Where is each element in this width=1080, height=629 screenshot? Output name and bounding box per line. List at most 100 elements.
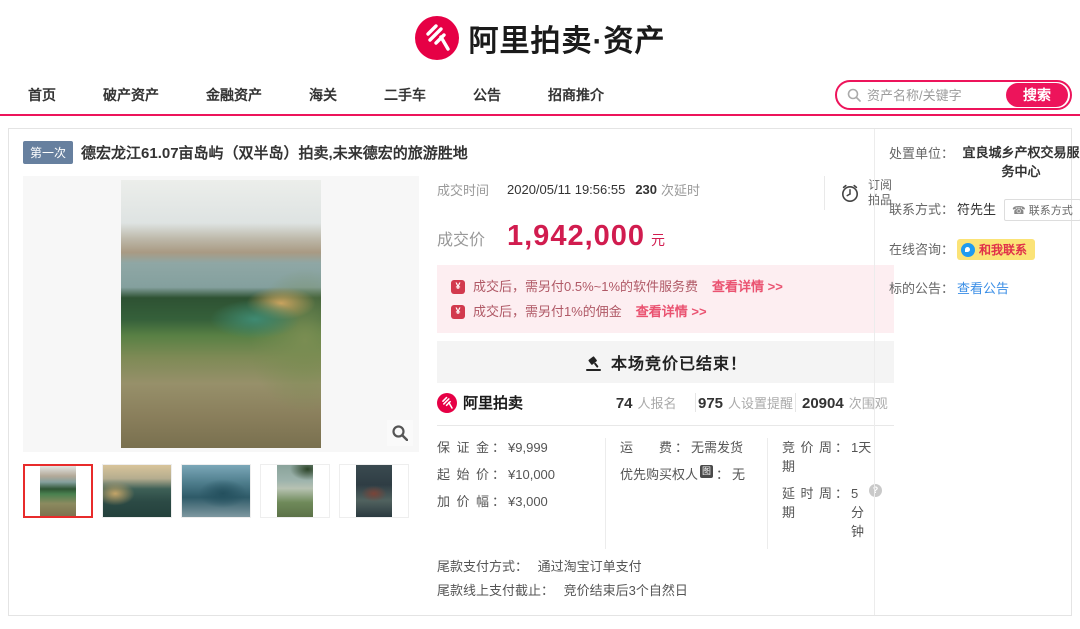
colon: ： (492, 492, 505, 511)
term-start-price: 起 始 价 ： ¥10,000 (437, 465, 593, 484)
alarm-clock-icon (839, 182, 861, 204)
thumbnail-4[interactable] (260, 464, 330, 518)
stat-reminders: 975 人设置提醒 (695, 393, 794, 412)
site-logo-text: 阿里拍卖·资产 (469, 16, 666, 60)
fee-detail-link[interactable]: 查看详情 >> (712, 274, 783, 299)
nav-item-announcements[interactable]: 公告 (473, 85, 501, 105)
payment-method-line: 尾款支付方式： 通过淘宝订单支付 (437, 555, 894, 579)
aliauction-logo-small-icon (437, 393, 457, 413)
thumbnail-strip (23, 464, 419, 518)
main-photo-stage (23, 176, 419, 452)
contact-label: 联系方式： (889, 199, 957, 218)
fee-icon: ¥ (451, 280, 465, 294)
thumbnail-2[interactable] (102, 464, 172, 518)
online-consult-label: 在线咨询： (889, 239, 957, 258)
payment-deadline-line: 尾款线上支付截止： 竞价结束后3个自然日 (437, 579, 894, 603)
magnifier-icon (392, 425, 408, 441)
term-deposit: 保 证 金 ： ¥9,999 (437, 438, 593, 457)
photo-zoom-button[interactable] (387, 420, 413, 446)
deal-price-label: 成交价 (437, 226, 507, 250)
seller-sidebar: 处置单位： 宜良城乡产权交易服务中心 联系方式： 符先生 ☎ 联系方式 在线咨询… (874, 129, 1080, 615)
contact-method-button[interactable]: ☎ 联系方式 (1004, 199, 1080, 221)
photo-gallery (23, 176, 419, 603)
thumbnail-1-selected[interactable] (23, 464, 93, 518)
search-button[interactable]: 搜索 (1006, 83, 1068, 107)
auction-status-text: 本场竞价已结束！ (611, 350, 747, 374)
stat-applicants: 74 人报名 (597, 393, 695, 412)
thumbnail-3[interactable] (181, 464, 251, 518)
term-delay-cycle-label: 延 时 周 期 (782, 484, 832, 522)
thumbnail-5[interactable] (339, 464, 409, 518)
fee-icon: ¥ (451, 305, 465, 319)
term-shipping-value: 无需发货 (691, 438, 743, 457)
contact-person: 符先生 (957, 199, 996, 218)
term-bid-cycle-label: 竞 价 周 期 (782, 438, 832, 476)
delay-label: 次延时 (661, 180, 700, 199)
listing-card: 第一次 德宏龙江61.07亩岛屿（双半岛）拍卖,未来德宏的旅游胜地 (8, 128, 1072, 616)
payment-deadline-label: 尾款线上支付截止： (437, 583, 554, 598)
term-priority-buyer-value: 无 (732, 465, 745, 484)
term-start-price-value: ¥10,000 (508, 465, 555, 484)
stat-applicants-label: 人报名 (638, 393, 677, 412)
stat-reminders-label: 人设置提醒 (728, 393, 793, 412)
term-start-price-label: 起 始 价 (437, 465, 489, 484)
colon: ： (835, 438, 848, 457)
nav-item-home[interactable]: 首页 (28, 85, 56, 105)
stat-views-value: 20904 (802, 395, 844, 412)
view-announcement-link[interactable]: 查看公告 (957, 278, 1009, 297)
contact-me-badge-label: 和我联系 (979, 241, 1027, 258)
colon: ： (492, 438, 505, 457)
stats-row: 阿里拍卖 74 人报名 975 人设置提醒 20904 次围观 (437, 392, 894, 426)
payment-deadline-value: 竞价结束后3个自然日 (564, 583, 688, 598)
term-shipping-label: 运 费 (620, 438, 672, 457)
payment-method-label: 尾款支付方式： (437, 559, 528, 574)
page-header: 阿里拍卖·资产 (0, 0, 1080, 76)
contact-me-badge[interactable]: 和我联系 (957, 239, 1035, 260)
term-increment-label: 加 价 幅 (437, 492, 489, 511)
disposal-unit-value: 宜良城乡产权交易服务中心 (957, 143, 1080, 181)
listing-main: 第一次 德宏龙江61.07亩岛屿（双半岛）拍卖,未来德宏的旅游胜地 (9, 129, 874, 615)
commission-notice-text: 成交后，需另付1%的佣金 (473, 299, 622, 324)
phase-badge: 第一次 (23, 141, 73, 164)
deal-price-value: 1,942,000 (507, 220, 645, 253)
fee-notice-text: 成交后，需另付0.5%~1%的软件服务费 (473, 274, 698, 299)
nav-item-promotion[interactable]: 招商推介 (548, 85, 604, 105)
lot-announcement-row: 标的公告： 查看公告 (889, 278, 1080, 297)
disposal-unit-label: 处置单位： (889, 143, 957, 162)
online-consult-row: 在线咨询： 和我联系 (889, 239, 1080, 260)
term-bid-cycle: 竞 价 周 期 ： 1天 (782, 438, 882, 476)
phone-icon: ☎ (1012, 204, 1026, 217)
term-priority-buyer: 优先购买权人 图 ： 无 (620, 465, 755, 484)
stat-reminders-value: 975 (698, 395, 723, 412)
term-priority-buyer-label: 优先购买权人 (620, 465, 698, 484)
payment-info: 尾款支付方式： 通过淘宝订单支付 尾款线上支付截止： 竞价结束后3个自然日 (437, 553, 894, 603)
contact-row: 联系方式： 符先生 ☎ 联系方式 (889, 199, 1080, 221)
term-increment-value: ¥3,000 (508, 492, 548, 511)
priority-buyer-info-icon: 图 (700, 465, 713, 478)
term-bid-cycle-value: 1天 (851, 438, 871, 457)
deal-time-label: 成交时间 (437, 180, 507, 199)
contact-method-button-label: 联系方式 (1029, 202, 1073, 218)
main-nav: 首页 破产资产 金融资产 海关 二手车 公告 招商推介 搜索 (0, 76, 1080, 116)
delay-count: 230 (635, 182, 657, 197)
stat-applicants-value: 74 (616, 395, 633, 412)
listing-title-row: 第一次 德宏龙江61.07亩岛屿（双半岛）拍卖,未来德宏的旅游胜地 (23, 141, 860, 164)
term-delay-cycle: 延 时 周 期 ： 5分钟 ? (782, 484, 882, 541)
listing-photo[interactable] (121, 180, 321, 448)
wangwang-icon (961, 243, 975, 257)
deal-time-value: 2020/05/11 19:56:55 (507, 182, 625, 197)
nav-item-bankruptcy-assets[interactable]: 破产资产 (103, 85, 159, 105)
commission-detail-link[interactable]: 查看详情 >> (636, 299, 707, 324)
term-deposit-value: ¥9,999 (508, 438, 548, 457)
nav-item-customs[interactable]: 海关 (309, 85, 337, 105)
nav-item-financial-assets[interactable]: 金融资产 (206, 85, 262, 105)
search-box: 搜索 (835, 80, 1072, 110)
auction-status-bar: 本场竞价已结束！ (437, 341, 894, 383)
auction-terms: 保 证 金 ： ¥9,999 起 始 价 ： ¥10,000 加 价 幅 ： (437, 426, 894, 553)
term-delay-cycle-value: 5分钟 (851, 484, 864, 541)
gavel-icon (584, 353, 603, 372)
nav-item-used-cars[interactable]: 二手车 (384, 85, 426, 105)
term-deposit-label: 保 证 金 (437, 438, 489, 457)
search-input[interactable] (867, 88, 1006, 103)
colon: ： (716, 465, 729, 484)
